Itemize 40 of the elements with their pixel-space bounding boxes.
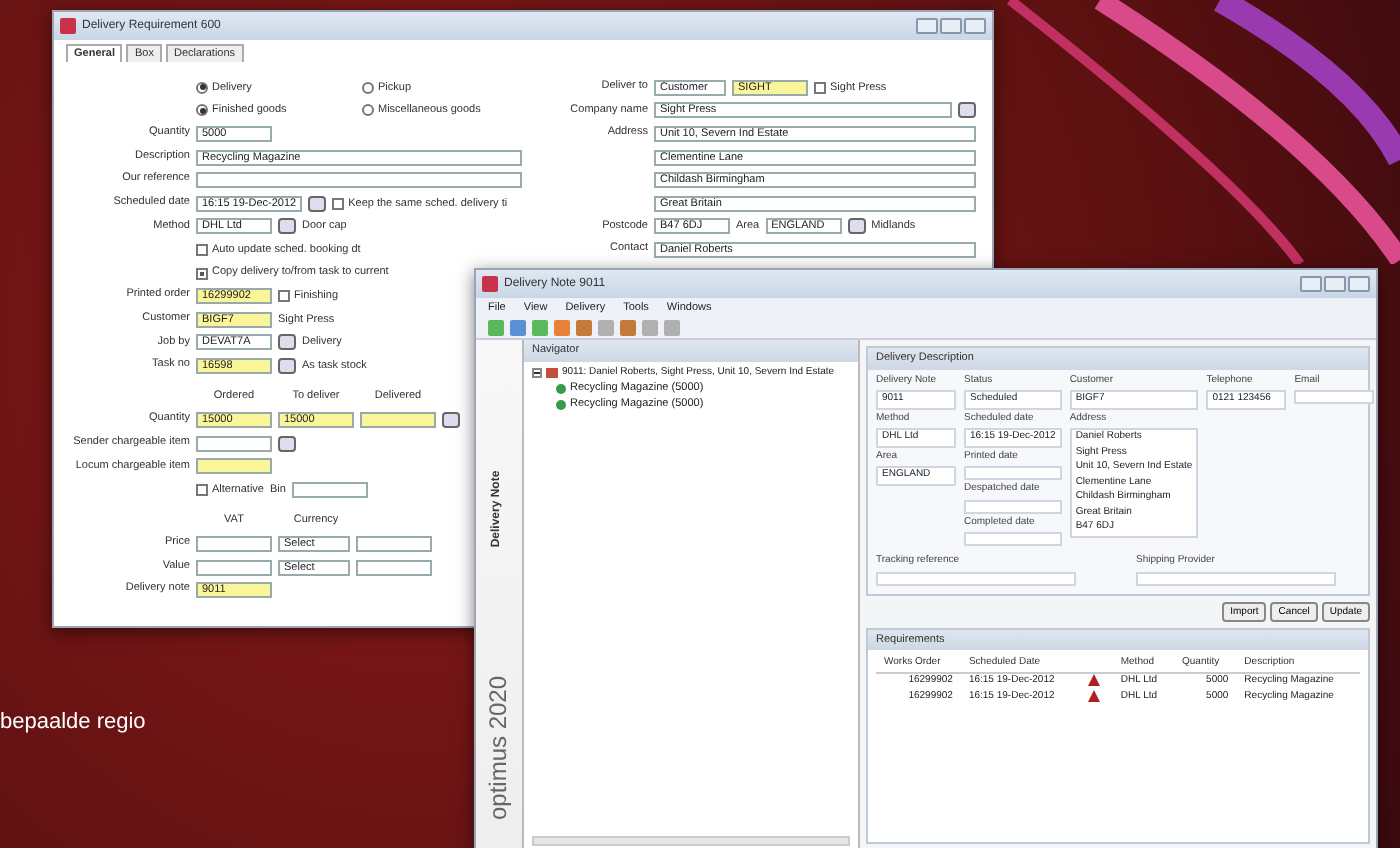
minimize-button[interactable]: [1300, 276, 1322, 292]
minimize-button[interactable]: [916, 18, 938, 34]
scrollbar[interactable]: [532, 836, 850, 846]
input-field[interactable]: [876, 571, 1076, 585]
input-field[interactable]: [356, 559, 432, 576]
caption-text: bepaalde regio: [0, 708, 146, 738]
close-button[interactable]: [1348, 276, 1370, 292]
app-icon: [60, 18, 76, 34]
input-field[interactable]: [196, 536, 272, 553]
lookup-button[interactable]: [847, 218, 866, 235]
radio-button[interactable]: [362, 81, 374, 94]
brand-logo: optimus 2020: [483, 675, 515, 821]
input-field[interactable]: [196, 458, 272, 475]
input-field[interactable]: [196, 559, 272, 576]
app-icon: [482, 276, 498, 292]
input-field: [964, 532, 1062, 546]
checkbox[interactable]: [332, 197, 345, 210]
checkbox[interactable]: [196, 243, 208, 256]
lookup-button[interactable]: [278, 435, 296, 452]
radio-button[interactable]: [196, 81, 208, 94]
radio-button[interactable]: [362, 104, 374, 117]
maximize-button[interactable]: [940, 18, 962, 34]
input-field[interactable]: [196, 172, 522, 189]
checkbox[interactable]: [196, 483, 208, 496]
input-field: [964, 466, 1062, 480]
maximize-button[interactable]: [1324, 276, 1346, 292]
radio-button[interactable]: [196, 104, 208, 117]
input-field[interactable]: [360, 412, 436, 429]
expander-icon[interactable]: [532, 367, 542, 378]
close-button[interactable]: [964, 18, 986, 34]
checkbox[interactable]: [814, 81, 826, 94]
lookup-button[interactable]: [958, 102, 976, 119]
checkbox[interactable]: [196, 267, 208, 279]
input-field: [964, 499, 1062, 513]
input-field[interactable]: [196, 435, 272, 452]
checkbox[interactable]: [278, 290, 290, 303]
input-field[interactable]: [356, 536, 432, 553]
lookup-button[interactable]: [442, 412, 460, 429]
input-field[interactable]: [291, 481, 368, 498]
input-field[interactable]: [1136, 571, 1336, 585]
